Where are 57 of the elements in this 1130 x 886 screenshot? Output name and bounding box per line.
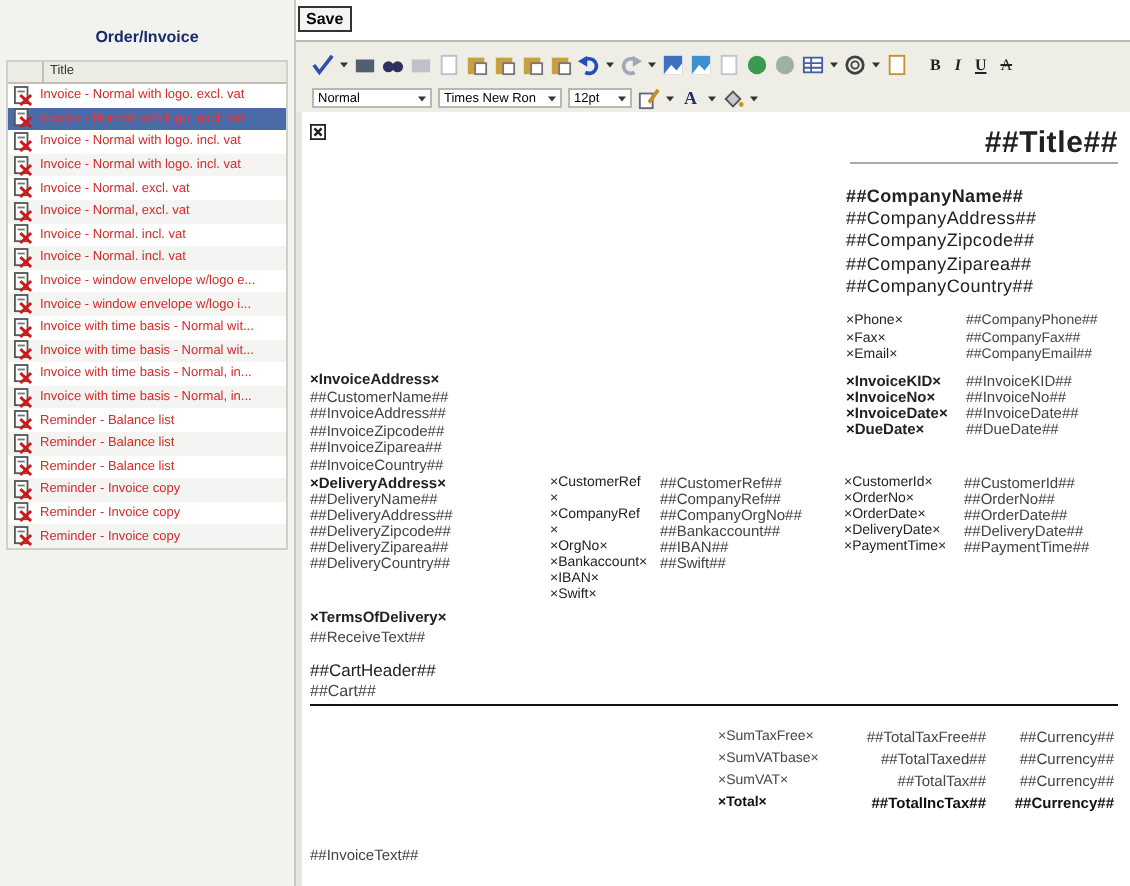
table-icon[interactable] [802,53,824,75]
document-delete-icon [14,433,32,454]
caret-icon[interactable] [648,61,656,67]
undo-icon[interactable] [578,53,600,75]
paint-bucket-icon[interactable] [721,87,743,109]
document-title: ##Title## [850,120,1118,164]
document-delete-icon [14,479,32,500]
document-delete-icon [14,363,32,384]
document-delete-icon [14,387,32,408]
broken-image-icon [310,124,326,140]
document-delete-icon [14,294,32,315]
document-delete-icon [14,178,32,199]
document-delete-icon [14,271,32,292]
document-delete-icon [14,201,32,222]
document-delete-icon [14,410,32,431]
company-name: ##CompanyName## [846,186,1026,209]
document-delete-icon [14,85,32,106]
caret-icon[interactable] [340,61,348,67]
panel-title: Order/Invoice [93,26,201,50]
placeholder-text: ##CompanyZipcode## [846,230,1037,254]
document-delete-icon [14,456,32,477]
font-color-button[interactable]: A [680,88,701,108]
save-button[interactable]: Save [298,6,352,32]
dropdown-caret-icon [418,95,426,101]
image-icon[interactable] [662,53,684,75]
document-delete-icon [14,502,32,523]
document-delete-icon [14,131,32,152]
document-delete-icon [14,108,32,129]
caret-icon[interactable] [707,95,715,101]
dropdown-caret-icon [618,95,626,101]
paste-icon[interactable] [522,53,544,75]
placeholder-text: ##CartHeader## [310,659,438,682]
caret-icon[interactable] [749,95,757,101]
caret-icon[interactable] [872,61,880,67]
spellcheck-icon[interactable] [312,53,334,75]
format-button[interactable]: I [950,55,965,73]
document-delete-icon [14,155,32,176]
placeholder-text: ##CompanyAddress## [846,208,1039,231]
document-delete-icon [14,317,32,338]
placeholder-text: ##CompanyZiparea## [846,253,1034,276]
format-button[interactable]: B [926,55,945,73]
placeholder-text: ##Cart## [310,681,376,700]
caret-icon[interactable] [606,61,614,67]
document-delete-icon [14,247,32,268]
paste-icon[interactable] [466,53,488,75]
caret-icon[interactable] [666,95,674,101]
brush-icon[interactable] [638,87,660,109]
paste-icon[interactable] [550,53,572,75]
paste-icon[interactable] [494,53,516,75]
dropdown-caret-icon [548,95,556,101]
document-delete-icon [14,224,32,245]
image-icon[interactable] [690,53,712,75]
document-delete-icon [14,340,32,361]
format-button[interactable]: U [970,55,991,73]
format-button[interactable]: A [996,55,1017,73]
placeholder-text: ##CompanyCountry## [846,275,1036,299]
caret-icon[interactable] [830,61,838,67]
